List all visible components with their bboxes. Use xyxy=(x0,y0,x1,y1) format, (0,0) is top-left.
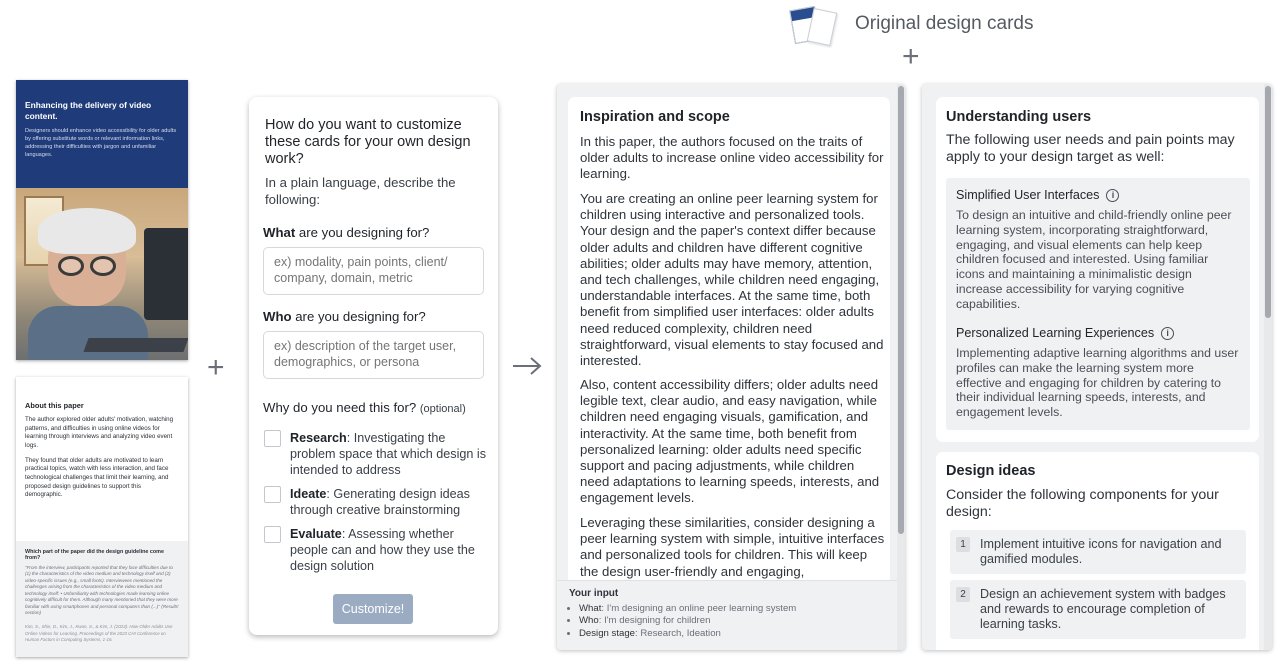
about-paper-title: About this paper xyxy=(25,401,84,410)
design-ideas-card: Design ideas Consider the following comp… xyxy=(936,452,1259,650)
inspiration-panel[interactable]: Inspiration and scope In this paper, the… xyxy=(557,84,905,650)
inspiration-heading: Inspiration and scope xyxy=(580,109,730,125)
source-quote: "From the interview, participants report… xyxy=(25,565,179,615)
form-title: How do you want to customize these cards… xyxy=(265,117,471,167)
what-input[interactable] xyxy=(263,247,484,295)
user-need-body: To design an intuitive and child-friendl… xyxy=(956,208,1232,311)
user-need-title: Personalized Learning Experiences xyxy=(956,326,1155,340)
evaluate-checkbox[interactable] xyxy=(264,526,281,543)
who-label: Who are you designing for? xyxy=(263,309,426,324)
what-label: What are you designing for? xyxy=(263,225,430,240)
inspiration-card: Inspiration and scope In this paper, the… xyxy=(568,97,890,587)
users-ideas-panel[interactable]: Understanding users The following user n… xyxy=(922,84,1272,650)
inspiration-paragraph-2: You are creating an online peer learning… xyxy=(580,191,884,369)
understanding-users-heading: Understanding users xyxy=(946,109,1092,125)
original-design-cards-title: Original design cards xyxy=(855,13,1034,34)
who-input[interactable] xyxy=(263,331,484,379)
form-subtitle: In a plain language, describe the follow… xyxy=(265,175,456,207)
idea-text: Implement intuitive icons for navigation… xyxy=(980,537,1222,566)
about-paper-p2: They found that older adults are motivat… xyxy=(25,456,169,499)
paper-source-section: Which part of the paper did the design g… xyxy=(16,541,188,657)
ideate-checkbox[interactable] xyxy=(264,486,281,503)
about-paper-p1: The author explored older adults' motiva… xyxy=(25,416,174,450)
inspiration-paragraph-1: In this paper, the authors focused on th… xyxy=(580,134,884,182)
ideate-option-label: Ideate: Generating design ideas through … xyxy=(290,487,470,517)
design-cards-icon xyxy=(789,4,842,48)
idea-text: Design an achievement system with badges… xyxy=(980,587,1226,631)
older-adult-illustration xyxy=(16,188,188,360)
your-input-title: Your input xyxy=(569,588,619,599)
inspiration-paragraph-4: Leveraging these similarities, consider … xyxy=(580,515,885,579)
inspiration-paragraph-3: Also, content accessibility differs; old… xyxy=(580,377,880,506)
understanding-users-intro: The following user needs and pain points… xyxy=(946,132,1235,165)
customize-form: How do you want to customize these cards… xyxy=(249,97,498,635)
input-what: What: I'm designing an online peer learn… xyxy=(579,603,885,615)
idea-number: 2 xyxy=(956,587,970,602)
why-label: Why do you need this for? (optional) xyxy=(263,400,466,415)
source-question: Which part of the paper did the design g… xyxy=(25,549,164,561)
arrow-right-icon xyxy=(513,357,542,375)
user-need-title: Simplified User Interfaces xyxy=(956,188,1100,202)
design-ideas-intro: Consider the following components for yo… xyxy=(946,487,1219,520)
design-card-back: About this paper The author explored old… xyxy=(16,377,188,657)
scrollbar-thumb[interactable] xyxy=(898,86,904,534)
idea-number: 1 xyxy=(956,537,970,552)
plus-icon: + xyxy=(902,40,920,73)
info-icon[interactable]: i xyxy=(1161,326,1175,340)
research-option-label: Research: Investigating the problem spac… xyxy=(290,431,487,477)
design-idea-item: 1 Implement intuitive icons for navigati… xyxy=(950,530,1246,574)
your-input-summary: Your input What: I'm designing an online… xyxy=(557,580,897,650)
customize-button[interactable]: Customize! xyxy=(333,594,413,624)
scrollbar-track[interactable] xyxy=(897,84,905,650)
paper-citation: Kim, S., Shin, D., Kim, J., Kwon, S., & … xyxy=(25,624,173,642)
understanding-users-card: Understanding users The following user n… xyxy=(936,97,1259,442)
card-body: Designers should enhance video accessibi… xyxy=(25,128,177,159)
plus-icon: + xyxy=(207,351,225,384)
user-need-card: Simplified User Interfaces i To design an… xyxy=(946,178,1250,322)
user-need-body: Implementing adaptive learning algorithm… xyxy=(956,346,1239,420)
design-idea-item: 2 Design an achievement system with badg… xyxy=(950,580,1246,639)
research-checkbox[interactable] xyxy=(264,430,281,447)
info-icon[interactable]: i xyxy=(1106,188,1120,202)
scrollbar-thumb[interactable] xyxy=(1265,86,1271,318)
design-ideas-heading: Design ideas xyxy=(946,463,1036,479)
evaluate-option-label: Evaluate: Assessing whether people can a… xyxy=(290,527,475,573)
user-need-card: Personalized Learning Experiences i Imple… xyxy=(946,316,1250,430)
input-design-stage: Design stage: Research, Ideation xyxy=(579,628,885,640)
input-who: Who: I'm designing for children xyxy=(579,615,885,627)
design-card-front: Enhancing the delivery of video content.… xyxy=(16,80,188,360)
scrollbar-track[interactable] xyxy=(1264,84,1272,650)
card-title: Enhancing the delivery of video content. xyxy=(25,100,152,121)
